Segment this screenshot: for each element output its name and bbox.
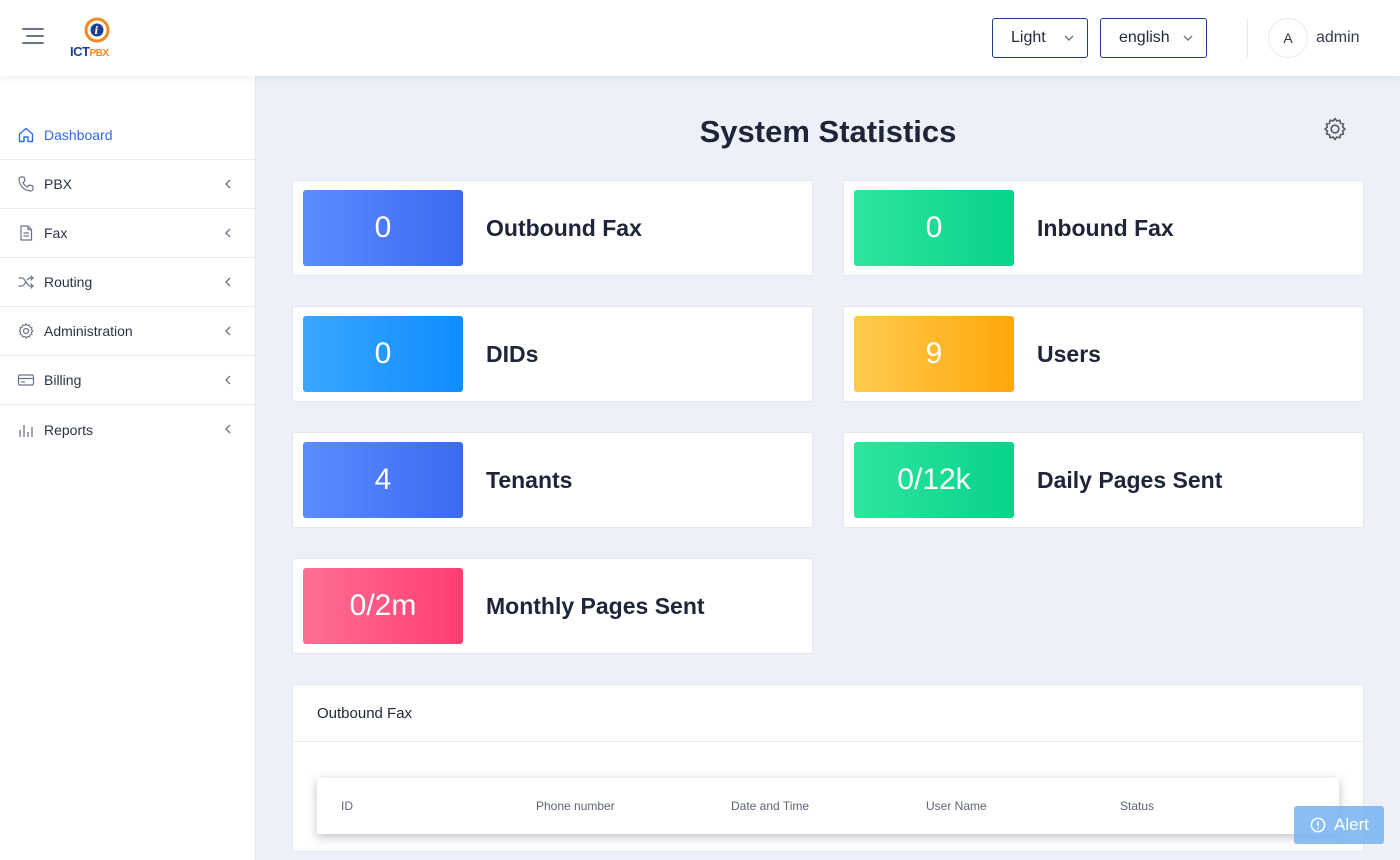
header-divider	[1247, 18, 1248, 58]
top-bar: i ICTPBX Light english A admin	[0, 0, 1400, 76]
stat-card-outbound-fax[interactable]: 0 Outbound Fax	[292, 180, 813, 276]
chevron-left-icon	[225, 375, 231, 385]
stat-card-dids[interactable]: 0 DIDs	[292, 306, 813, 402]
column-header-date-time[interactable]: Date and Time	[731, 799, 809, 813]
table-header-row: ID Phone number Date and Time User Name …	[317, 778, 1339, 834]
chevron-left-icon	[225, 179, 231, 189]
outbound-fax-panel: Outbound Fax ID Phone number Date and Ti…	[292, 684, 1364, 852]
theme-select[interactable]: Light	[992, 18, 1088, 58]
stat-card-users[interactable]: 9 Users	[843, 306, 1364, 402]
phone-icon	[18, 176, 34, 192]
sidebar-item-label: Billing	[44, 372, 82, 388]
stat-value: 0/12k	[854, 442, 1014, 518]
credit-card-icon	[17, 374, 35, 386]
bar-chart-icon	[19, 424, 33, 437]
sidebar-item-fax[interactable]: Fax	[0, 209, 255, 258]
page-title: System Statistics	[699, 114, 957, 149]
sidebar-item-dashboard[interactable]: Dashboard	[0, 111, 255, 160]
chevron-left-icon	[225, 424, 231, 434]
stat-value: 0	[303, 190, 463, 266]
sidebar-item-billing[interactable]: Billing	[0, 356, 255, 405]
stat-card-daily-pages-sent[interactable]: 0/12k Daily Pages Sent	[843, 432, 1364, 528]
stat-card-tenants[interactable]: 4 Tenants	[292, 432, 813, 528]
stat-value: 0	[854, 190, 1014, 266]
logo-mark-icon: i	[84, 17, 110, 43]
alert-button[interactable]: Alert	[1294, 806, 1384, 844]
sidebar-item-administration[interactable]: Administration	[0, 307, 255, 356]
stat-card-inbound-fax[interactable]: 0 Inbound Fax	[843, 180, 1364, 276]
column-header-phone-number[interactable]: Phone number	[536, 799, 615, 813]
stat-value: 0	[303, 316, 463, 392]
column-header-user-name[interactable]: User Name	[926, 799, 987, 813]
menu-toggle-icon[interactable]	[22, 28, 46, 48]
sidebar-item-label: Fax	[44, 225, 68, 241]
column-header-status[interactable]: Status	[1120, 799, 1154, 813]
chevron-down-icon	[1183, 35, 1193, 41]
gear-icon	[18, 323, 34, 339]
panel-divider	[293, 741, 1363, 742]
stat-label: Daily Pages Sent	[1037, 467, 1223, 493]
stat-label: Tenants	[486, 467, 573, 493]
stat-value: 4	[303, 442, 463, 518]
username[interactable]: admin	[1316, 29, 1360, 47]
stat-label: Monthly Pages Sent	[486, 593, 705, 619]
alert-circle-icon	[1310, 817, 1326, 833]
stat-value: 9	[854, 316, 1014, 392]
stat-value: 0/2m	[303, 568, 463, 644]
shuffle-icon	[18, 275, 34, 289]
chevron-left-icon	[225, 277, 231, 287]
sidebar-item-label: Administration	[44, 323, 133, 339]
stat-label: Outbound Fax	[486, 215, 642, 241]
stat-label: Users	[1037, 341, 1101, 367]
chevron-left-icon	[225, 228, 231, 238]
document-icon	[20, 225, 33, 241]
chevron-left-icon	[225, 326, 231, 336]
stat-label: DIDs	[486, 341, 539, 367]
language-select-value: english	[1119, 29, 1170, 46]
alert-button-label: Alert	[1334, 815, 1369, 834]
sidebar-item-label: Dashboard	[44, 127, 113, 143]
language-select[interactable]: english	[1100, 18, 1207, 58]
stat-label: Inbound Fax	[1037, 215, 1174, 241]
main-content: System Statistics 0 Outbound Fax 0 Inbou…	[256, 76, 1400, 860]
sidebar-nav: Dashboard PBX Fax Routing Administration…	[0, 111, 255, 454]
sidebar-item-label: PBX	[44, 176, 73, 192]
sidebar-item-reports[interactable]: Reports	[0, 405, 255, 454]
chevron-down-icon	[1064, 35, 1074, 41]
svg-text:i: i	[95, 26, 99, 37]
sidebar-item-routing[interactable]: Routing	[0, 258, 255, 307]
avatar[interactable]: A	[1268, 18, 1308, 58]
sidebar-item-label: Reports	[44, 421, 94, 438]
column-header-id[interactable]: ID	[341, 799, 353, 813]
sidebar-item-pbx[interactable]: PBX	[0, 160, 255, 209]
settings-gear-icon[interactable]	[1322, 116, 1348, 142]
stat-card-monthly-pages-sent[interactable]: 0/2m Monthly Pages Sent	[292, 558, 813, 654]
sidebar: Dashboard PBX Fax Routing Administration…	[0, 76, 256, 860]
home-icon	[18, 127, 34, 143]
sidebar-item-label: Routing	[44, 274, 93, 290]
logo-text: ICTPBX	[70, 44, 109, 59]
panel-title: Outbound Fax	[317, 705, 413, 722]
logo[interactable]: i ICTPBX	[70, 16, 126, 60]
theme-select-value: Light	[1011, 29, 1046, 46]
